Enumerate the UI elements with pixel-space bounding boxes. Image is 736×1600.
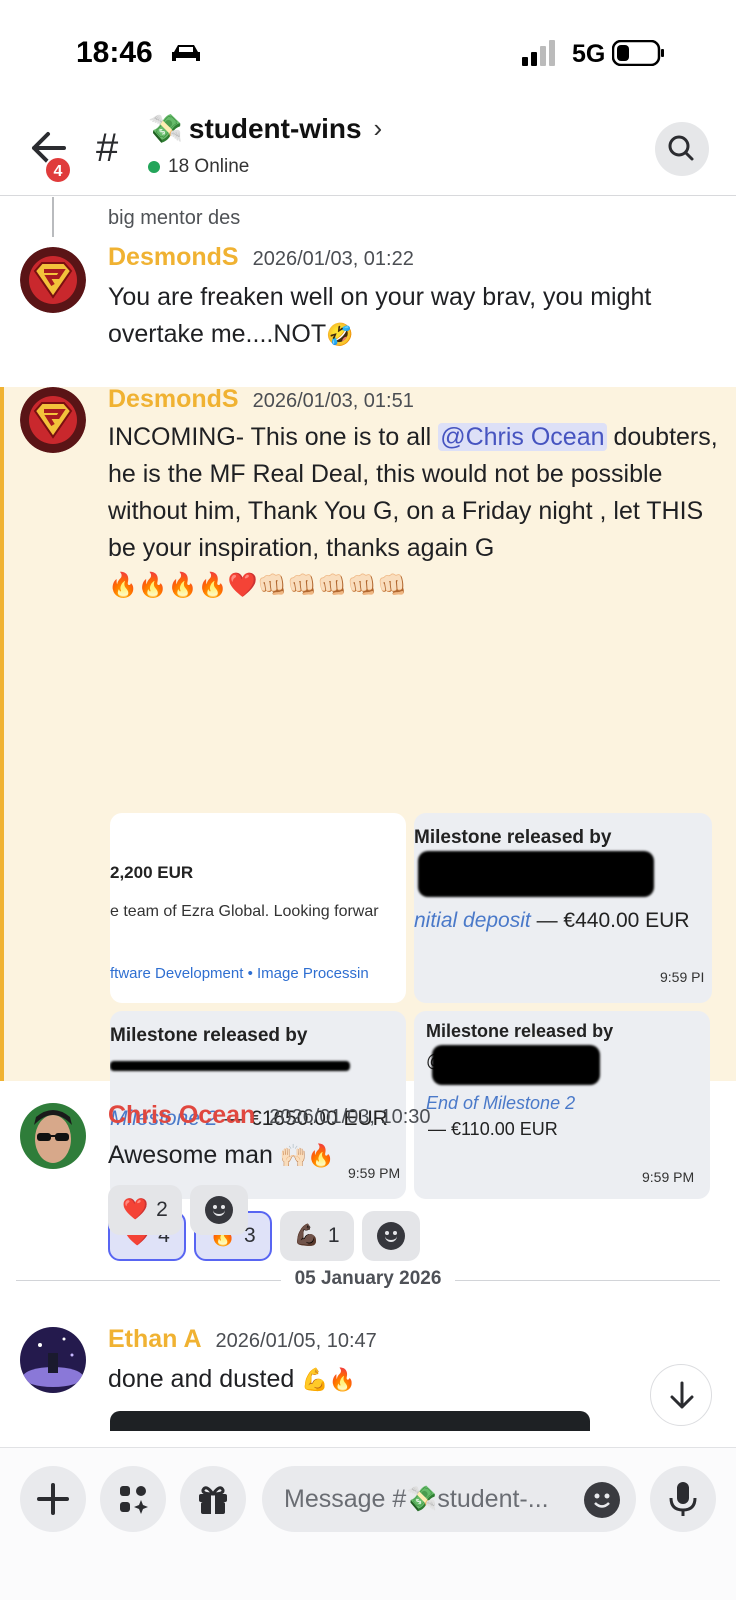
status-bar: 18:46 5G xyxy=(0,0,736,100)
attachment-image[interactable]: 2,200 EUR e team of Ezra Global. Looking… xyxy=(110,813,406,1003)
redacted-block xyxy=(432,1045,600,1085)
redacted-block xyxy=(110,1061,350,1071)
apps-button[interactable] xyxy=(100,1466,166,1532)
reaction-count: 1 xyxy=(327,1224,340,1247)
timestamp: 2026/01/03, 01:51 xyxy=(252,390,414,412)
message-feed[interactable]: big mentor des DesmondS 2026/01/03, 01:2… xyxy=(0,197,736,1447)
redacted-block xyxy=(418,851,654,897)
timestamp: 2026/01/03, 10:30 xyxy=(269,1106,431,1128)
reply-line xyxy=(52,197,54,237)
emoji-line: 🔥🔥🔥🔥❤️👊🏻👊🏻👊🏻👊🏻👊🏻 xyxy=(108,572,407,599)
emoji-picker-icon[interactable] xyxy=(584,1482,620,1518)
hash-icon: # xyxy=(96,126,119,170)
author-name[interactable]: DesmondS xyxy=(108,243,239,272)
search-icon xyxy=(668,135,694,161)
chevron-right-icon: › xyxy=(373,113,383,143)
gift-icon xyxy=(199,1486,227,1514)
microphone-icon xyxy=(669,1482,697,1516)
rofl-emoji-icon: 🤣 xyxy=(326,322,354,347)
car-icon xyxy=(172,45,200,61)
date-divider: 05 January 2026 xyxy=(16,1268,720,1292)
avatar[interactable] xyxy=(20,387,86,453)
author-name[interactable]: Ethan A xyxy=(108,1325,202,1354)
reaction-count: 2 xyxy=(156,1198,168,1221)
channel-title[interactable]: 💸 student-wins › xyxy=(148,112,382,145)
raised-hands-fire-icon: 🙌🏻🔥 xyxy=(279,1143,335,1168)
message-input[interactable]: Message #💸student-... xyxy=(262,1466,636,1532)
flexed-biceps-icon: 💪🏿 xyxy=(293,1224,320,1247)
message-text: INCOMING- This one is to all @Chris Ocea… xyxy=(108,419,720,604)
avatar[interactable] xyxy=(20,1103,86,1169)
flex-fire-icon: 💪🔥 xyxy=(301,1367,357,1392)
voice-button[interactable] xyxy=(650,1466,716,1532)
timestamp: 2026/01/03, 01:22 xyxy=(252,248,414,270)
date-label: 05 January 2026 xyxy=(280,1268,456,1289)
battery-icon xyxy=(612,40,664,66)
message-composer: Message #💸student-... xyxy=(0,1447,736,1600)
reaction-flex[interactable]: 💪🏿 1 xyxy=(279,1211,354,1261)
author-name[interactable]: DesmondS xyxy=(108,385,239,414)
jump-to-bottom-button[interactable] xyxy=(650,1364,712,1426)
smiley-icon xyxy=(204,1196,233,1224)
channel-header: 4 # 💸 student-wins › 18 Online xyxy=(0,100,736,196)
plus-icon xyxy=(37,1483,69,1515)
smiley-icon xyxy=(376,1222,405,1250)
reaction-bar: ❤️ 2 xyxy=(108,1185,248,1235)
avatar[interactable] xyxy=(20,247,86,313)
add-reaction-button[interactable] xyxy=(361,1211,420,1261)
money-emoji-icon: 💸 xyxy=(148,113,183,144)
arrow-down-icon xyxy=(670,1381,694,1409)
gift-button[interactable] xyxy=(180,1466,246,1532)
online-dot-icon xyxy=(148,161,160,173)
add-reaction-button[interactable] xyxy=(189,1185,248,1235)
signal-icon xyxy=(522,40,555,66)
online-count: 18 Online xyxy=(168,156,250,177)
message-text: Awesome man 🙌🏻🔥 xyxy=(108,1137,708,1174)
user-mention[interactable]: @Chris Ocean xyxy=(438,423,607,451)
add-button[interactable] xyxy=(20,1466,86,1532)
message-text: done and dusted 💪🔥 xyxy=(108,1361,708,1398)
heart-icon: ❤️ xyxy=(122,1198,149,1221)
apps-icon xyxy=(120,1486,148,1514)
author-name[interactable]: Chris Ocean xyxy=(108,1101,255,1130)
timestamp: 2026/01/05, 10:47 xyxy=(215,1330,377,1352)
embed-preview[interactable] xyxy=(110,1411,590,1431)
attachment-image[interactable]: Milestone released by nitial deposit — €… xyxy=(414,813,712,1003)
unread-badge: 4 xyxy=(44,156,72,184)
channel-name: student-wins xyxy=(188,112,362,144)
reply-preview: big mentor des xyxy=(108,207,241,229)
reaction-heart[interactable]: ❤️ 2 xyxy=(108,1185,182,1235)
network-label: 5G xyxy=(572,40,606,68)
avatar[interactable] xyxy=(20,1327,86,1393)
status-time: 18:46 xyxy=(76,36,153,69)
message-text: You are freaken well on your way brav, y… xyxy=(108,279,708,353)
search-button[interactable] xyxy=(655,122,709,176)
online-status: 18 Online xyxy=(148,156,249,178)
